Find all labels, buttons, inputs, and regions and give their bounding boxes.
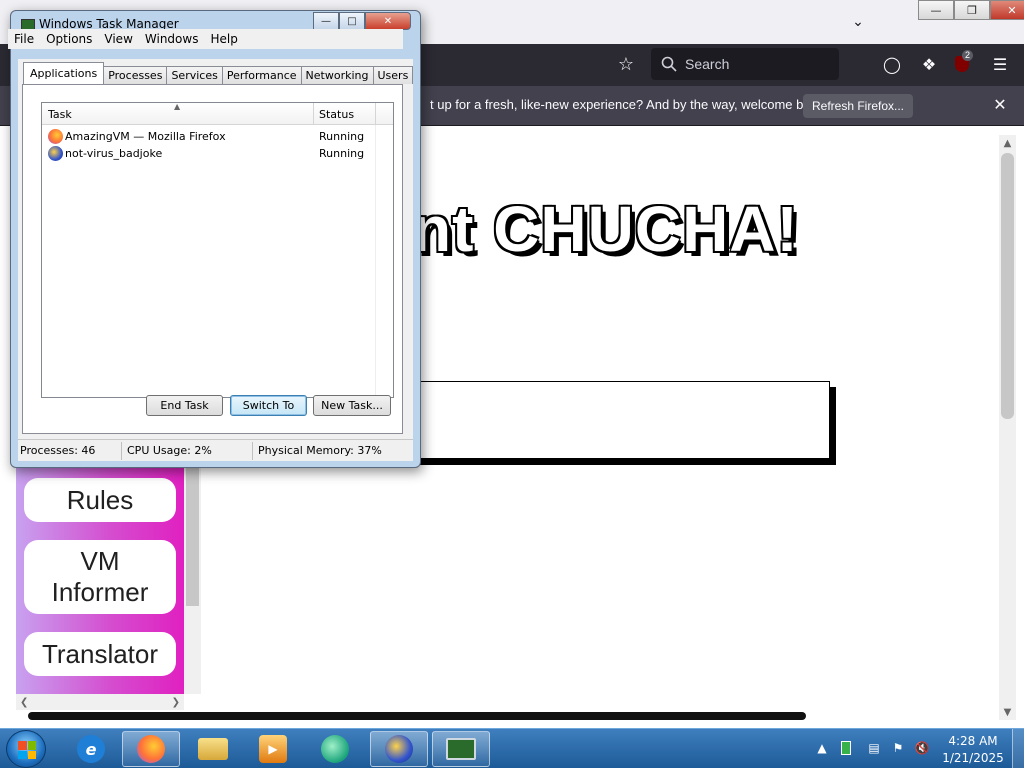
page-title: nt CHUCHA!	[412, 193, 799, 265]
rules-button[interactable]: Rules	[24, 478, 176, 522]
task-list[interactable]: ▲ Task Status AmazingVM — Mozilla Firefo…	[41, 102, 394, 398]
status-separator	[121, 442, 122, 460]
firefox-window-controls: — ❐ ✕	[918, 0, 1024, 20]
end-task-button[interactable]: End Task	[146, 395, 223, 416]
new-task-button[interactable]: New Task...	[313, 395, 391, 416]
firefox-icon	[137, 735, 165, 763]
cpu-usage: CPU Usage: 2%	[127, 444, 212, 457]
task-manager-tabs: Applications Processes Services Performa…	[23, 62, 414, 84]
switch-to-button[interactable]: Switch To	[230, 395, 307, 416]
tab-services[interactable]: Services	[166, 66, 223, 84]
task-name: not-virus_badjoke	[65, 147, 163, 160]
physical-memory: Physical Memory: 37%	[258, 444, 382, 457]
rocket-icon	[48, 146, 63, 161]
tab-performance[interactable]: Performance	[221, 66, 302, 84]
scroll-down-arrow-icon[interactable]: ▼	[999, 704, 1016, 720]
minimize-button[interactable]: —	[313, 12, 339, 30]
sidebar-hscrollbar[interactable]: ❮ ❯	[16, 694, 184, 710]
sidebar-scroll-thumb[interactable]	[186, 466, 199, 606]
rocket-icon	[385, 735, 413, 763]
table-row[interactable]: AmazingVM — Mozilla Firefox Running	[42, 128, 393, 145]
menu-file[interactable]: File	[8, 32, 40, 46]
tab-networking[interactable]: Networking	[300, 66, 374, 84]
maximize-button[interactable]: □	[339, 12, 365, 30]
processes-count: Processes: 46	[20, 444, 96, 457]
taskbar-rocket-app[interactable]	[370, 731, 428, 767]
chat-icon	[321, 735, 349, 763]
firefox-icon	[48, 129, 63, 144]
internet-explorer-icon: e	[77, 735, 105, 763]
task-name: AmazingVM — Mozilla Firefox	[65, 130, 226, 143]
close-button[interactable]: ✕	[365, 12, 411, 30]
explorer-folder-icon	[198, 738, 228, 760]
column-header-task[interactable]: ▲ Task	[42, 102, 314, 125]
refresh-firefox-button[interactable]: Refresh Firefox...	[803, 94, 913, 118]
extensions-puzzle-icon[interactable]: ❖	[917, 52, 941, 76]
taskbar-task-manager[interactable]	[432, 731, 490, 767]
hamburger-menu-icon[interactable]: ☰	[988, 52, 1012, 76]
column-header-status[interactable]: Status	[314, 103, 376, 125]
volume-muted-icon[interactable]: 🔇	[914, 740, 930, 756]
page-scrollbar[interactable]: ▲ ▼	[999, 135, 1016, 720]
page-content-box	[410, 381, 830, 459]
tray-app-icon[interactable]	[838, 740, 854, 756]
notification-text: t up for a fresh, like-new experience? A…	[430, 97, 828, 112]
media-player-icon: ▶	[259, 735, 287, 763]
extension-badge: 2	[962, 50, 974, 61]
column-divider	[375, 125, 376, 397]
sort-ascending-icon: ▲	[174, 102, 181, 111]
tab-applications[interactable]: Applications	[23, 62, 105, 84]
taskbar-chat-app[interactable]	[306, 731, 364, 767]
pocket-icon[interactable]: ◯	[880, 52, 904, 76]
column-status-label: Status	[319, 107, 355, 121]
scroll-left-arrow-icon[interactable]: ❮	[20, 697, 28, 708]
page-bottom-bar	[28, 712, 806, 720]
status-separator	[252, 442, 253, 460]
task-status: Running	[319, 147, 365, 160]
tab-users[interactable]: Users	[372, 66, 414, 84]
menu-help[interactable]: Help	[204, 32, 243, 46]
windows-logo-icon	[18, 741, 36, 759]
clock-time[interactable]: 4:28 AM	[938, 734, 1008, 748]
scroll-right-arrow-icon[interactable]: ❯	[172, 697, 180, 708]
task-manager-menubar: File Options View Windows Help	[8, 29, 403, 49]
notification-close-icon[interactable]: ✕	[990, 94, 1010, 114]
show-hidden-icons-icon[interactable]: ▲	[814, 740, 830, 756]
taskbar-firefox[interactable]	[122, 731, 180, 767]
start-button[interactable]	[6, 730, 46, 768]
tab-list-chevron-icon[interactable]: ⌄	[846, 10, 870, 34]
sidebar-scrollbar[interactable]	[184, 466, 201, 694]
search-icon	[661, 56, 677, 72]
task-manager-icon	[446, 738, 476, 760]
vm-informer-button[interactable]: VM Informer	[24, 540, 176, 614]
task-list-header: ▲ Task Status	[42, 102, 393, 125]
search-input[interactable]: Search	[651, 48, 839, 80]
clock-date[interactable]: 1/21/2025	[938, 751, 1008, 765]
taskbar-internet-explorer[interactable]: e	[62, 731, 120, 767]
firefox-close-button[interactable]: ✕	[990, 0, 1024, 20]
page-scroll-thumb[interactable]	[1001, 153, 1014, 419]
scroll-up-arrow-icon[interactable]: ▲	[999, 135, 1016, 151]
menu-windows[interactable]: Windows	[139, 32, 205, 46]
search-placeholder: Search	[685, 56, 730, 72]
firefox-minimize-button[interactable]: —	[918, 0, 954, 20]
translator-button[interactable]: Translator	[24, 632, 176, 676]
action-center-flag-icon[interactable]: ⚑	[890, 740, 906, 756]
task-manager-statusbar: Processes: 46 CPU Usage: 2% Physical Mem…	[18, 439, 413, 461]
menu-options[interactable]: Options	[40, 32, 98, 46]
table-row[interactable]: not-virus_badjoke Running	[42, 145, 393, 162]
network-icon[interactable]: ▤	[866, 740, 882, 756]
menu-view[interactable]: View	[98, 32, 138, 46]
task-status: Running	[319, 130, 365, 143]
firefox-maximize-button[interactable]: ❐	[954, 0, 990, 20]
show-desktop-button[interactable]	[1012, 729, 1024, 768]
taskbar-media-player[interactable]: ▶	[244, 731, 302, 767]
taskbar-explorer[interactable]	[184, 731, 242, 767]
bookmark-star-icon[interactable]: ☆	[614, 52, 638, 76]
column-task-label: Task	[48, 107, 72, 121]
task-manager-window-controls: — □ ✕	[313, 12, 411, 30]
tab-processes[interactable]: Processes	[103, 66, 168, 84]
